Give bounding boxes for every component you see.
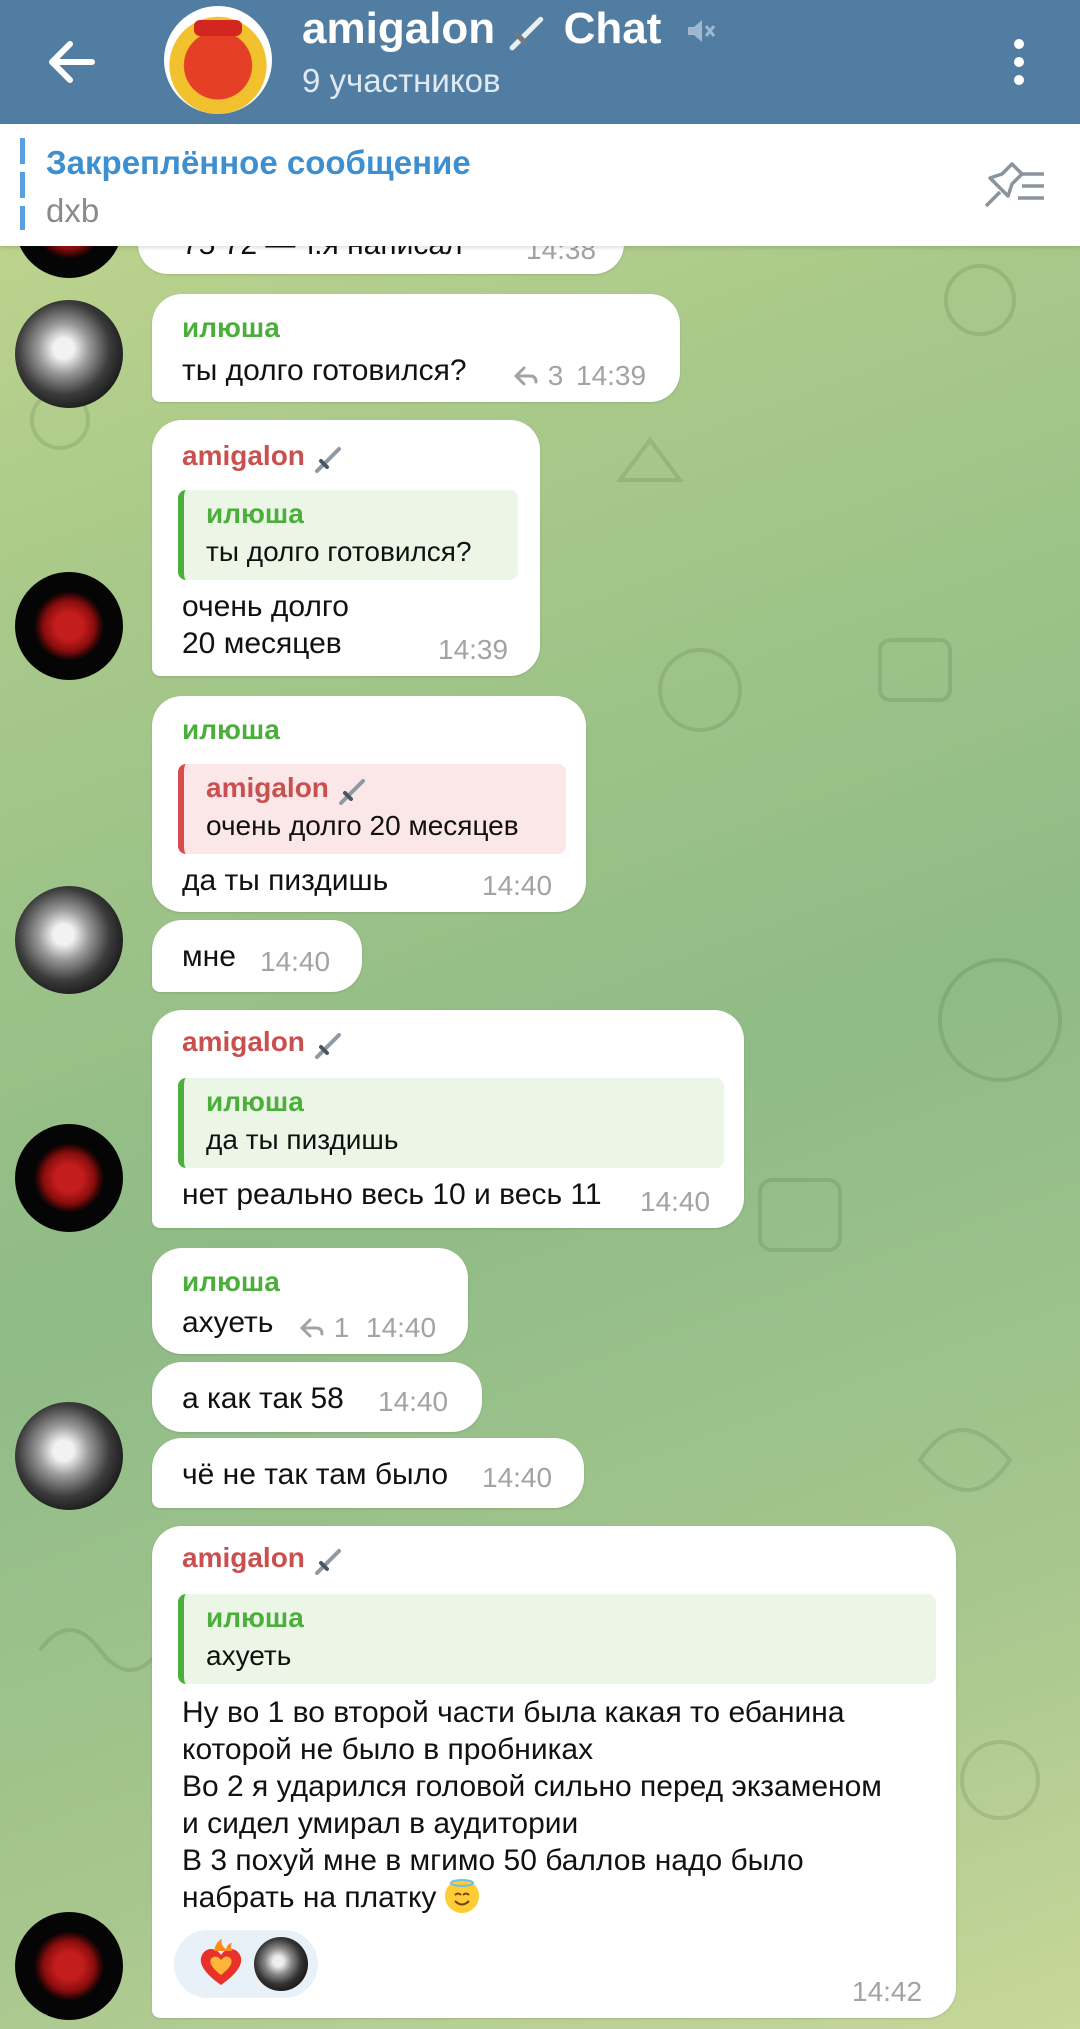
- chat-title[interactable]: amigalon Chat: [302, 4, 716, 54]
- reply-count[interactable]: 3: [512, 360, 563, 392]
- message-text-line: 20 месяцев: [182, 627, 342, 660]
- heart-fire-icon[interactable]: [194, 1937, 248, 1991]
- message-text: ахуеть: [182, 1306, 274, 1339]
- message-text-line: Ну во 1 во второй части была какая то еб…: [182, 1696, 845, 1729]
- pinned-title: Закреплённое сообщение: [46, 144, 471, 181]
- quote-text: ты долго готовился?: [206, 536, 472, 567]
- dagger-icon: [314, 1548, 341, 1575]
- more-vert-icon[interactable]: [1002, 30, 1036, 94]
- message-text-line: Во 2 я ударился головой сильно перед экз…: [182, 1770, 882, 1803]
- avatar-ilyusha[interactable]: [15, 886, 123, 994]
- quote-sender: amigalon: [206, 772, 371, 805]
- message-time: 14:40: [640, 1186, 711, 1217]
- message-text: да ты пиздишь: [182, 864, 389, 897]
- message-text-line: В 3 похуй мне в мгимо 50 баллов надо был…: [182, 1844, 804, 1877]
- message-time: 14:39: [576, 360, 647, 391]
- sender-name: илюша: [182, 714, 280, 745]
- sender-name: amigalon: [182, 1026, 347, 1059]
- smiling-halo-emoji: [444, 1879, 479, 1913]
- reply-icon: [299, 1318, 324, 1338]
- message-bubble[interactable]: amigalon илюша ты долго готовился? очень…: [152, 420, 540, 676]
- message-time: 14:39: [438, 634, 509, 665]
- dagger-icon: [314, 446, 341, 473]
- quote-text: ахуеть: [206, 1640, 292, 1671]
- dagger-icon: [338, 778, 365, 805]
- sender-name: илюша: [182, 1266, 280, 1297]
- message-text: нет реально весь 10 и весь 11: [182, 1178, 602, 1211]
- reply-quote[interactable]: amigalon очень долго 20 месяцев: [178, 764, 566, 854]
- message-text: чё не так там было: [182, 1458, 449, 1491]
- sender-name: amigalon: [182, 1542, 347, 1575]
- message-bubble[interactable]: чё не так там было 14:40: [152, 1438, 584, 1508]
- message-text: ты долго готовился?: [182, 354, 467, 387]
- message-bubble[interactable]: илюша amigalon очень долго 20 месяцев да…: [152, 696, 586, 912]
- message-time: 14:42: [852, 1976, 923, 2007]
- avatar-amigalon[interactable]: [15, 1912, 123, 2020]
- message-text-line: которой не было в пробниках: [182, 1733, 594, 1766]
- message-bubble[interactable]: мне 14:40: [152, 920, 362, 992]
- pinned-message-bar[interactable]: Закреплённое сообщение dxb: [0, 124, 1080, 246]
- reactions-bar[interactable]: [174, 1930, 318, 1998]
- message-time: 14:40: [378, 1386, 449, 1417]
- reaction-avatar[interactable]: [254, 1937, 308, 1991]
- reply-count[interactable]: 1: [298, 1312, 349, 1344]
- pin-list-icon[interactable]: [982, 160, 1048, 210]
- message-text-line: очень долго: [182, 590, 349, 623]
- quote-sender: илюша: [206, 1086, 304, 1117]
- quote-sender: илюша: [206, 1602, 304, 1633]
- avatar-amigalon[interactable]: [15, 572, 123, 680]
- message-text: мне: [182, 940, 236, 973]
- message-bubble[interactable]: а как так 58 14:40: [152, 1362, 482, 1432]
- pinned-indicator: [20, 138, 25, 230]
- chat-avatar[interactable]: [164, 6, 272, 114]
- message-bubble[interactable]: илюша ты долго готовился? 3 14:39: [152, 294, 680, 402]
- dagger-icon: [509, 17, 544, 51]
- member-count: 9 участников: [302, 62, 501, 99]
- sender-name: amigalon: [182, 440, 347, 473]
- message-time: 14:40: [482, 1462, 553, 1493]
- reply-quote[interactable]: илюша ты долго готовился?: [178, 490, 518, 580]
- chat-header: amigalon Chat 9 участников: [0, 0, 1080, 124]
- message-bubble[interactable]: amigalon илюша да ты пиздишь нет реально…: [152, 1010, 744, 1228]
- quote-sender: илюша: [206, 498, 304, 529]
- message-time: 14:40: [482, 870, 553, 901]
- message-text-line: и сидел умирал в аудитории: [182, 1807, 579, 1840]
- message-time: 14:40: [260, 946, 331, 977]
- reply-quote[interactable]: илюша ахуеть: [178, 1594, 936, 1684]
- pinned-text: dxb: [46, 192, 100, 229]
- sender-name: илюша: [182, 312, 280, 343]
- message-text-line: набрать на платку: [182, 1879, 479, 1916]
- quote-text: да ты пиздишь: [206, 1124, 399, 1155]
- reply-icon: [513, 366, 538, 386]
- avatar-ilyusha[interactable]: [15, 300, 123, 408]
- message-bubble[interactable]: илюша ахуеть 1 14:40: [152, 1248, 468, 1354]
- dagger-icon: [314, 1032, 341, 1059]
- avatar-ilyusha[interactable]: [15, 1402, 123, 1510]
- message-text: а как так 58: [182, 1382, 344, 1415]
- back-arrow-icon[interactable]: [40, 30, 104, 94]
- avatar-amigalon[interactable]: [15, 1124, 123, 1232]
- mute-icon: [687, 20, 715, 43]
- message-time: 14:40: [366, 1312, 437, 1343]
- reply-quote[interactable]: илюша да ты пиздишь: [178, 1078, 724, 1168]
- message-bubble[interactable]: amigalon илюша ахуеть Ну во 1 во второй …: [152, 1526, 956, 2018]
- quote-text: очень долго 20 месяцев: [206, 810, 519, 841]
